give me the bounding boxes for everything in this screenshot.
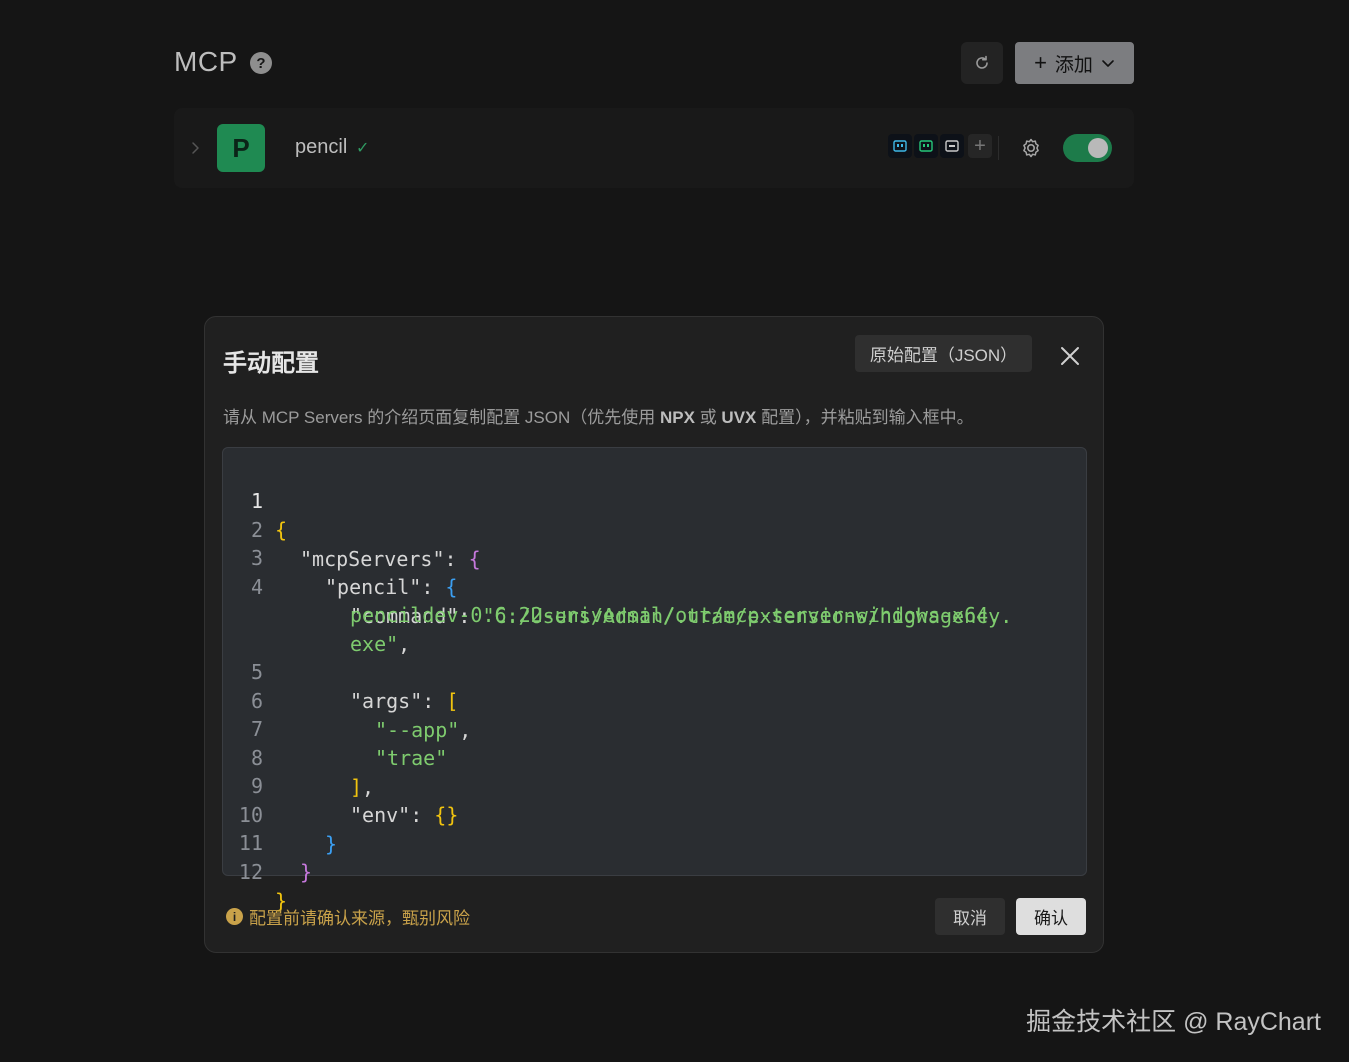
close-icon[interactable] bbox=[1058, 344, 1082, 368]
code-line: 1 { bbox=[223, 458, 1088, 542]
agent-icon[interactable] bbox=[914, 134, 938, 158]
agent-icon[interactable] bbox=[888, 134, 912, 158]
page-header: MCP ? + 添加 bbox=[174, 42, 1134, 86]
verified-check-icon: ✓ bbox=[356, 140, 370, 157]
server-avatar: P bbox=[217, 124, 265, 172]
chevron-down-icon bbox=[1102, 60, 1114, 67]
raw-config-json-button[interactable]: 原始配置（JSON） bbox=[855, 335, 1032, 372]
watermark: 掘金技术社区 @ RayChart bbox=[1026, 1008, 1321, 1036]
server-enabled-toggle[interactable] bbox=[1063, 134, 1112, 162]
manual-config-dialog: 手动配置 原始配置（JSON） 请从 MCP Servers 的介绍页面复制配置… bbox=[204, 316, 1104, 953]
robot-icon bbox=[919, 140, 933, 152]
page-title: MCP bbox=[174, 46, 238, 77]
warning-text: 配置前请确认来源，甄别风险 bbox=[249, 909, 470, 928]
code-line: 4 "command": "C:/Users/Admin/.trae/exten… bbox=[223, 544, 1088, 628]
code-line: pencildev-0.6.22-universal/out/mcp-serve… bbox=[350, 603, 1001, 627]
add-agent-icon[interactable]: + bbox=[968, 134, 992, 158]
dialog-description: 请从 MCP Servers 的介绍页面复制配置 JSON（优先使用 NPX 或… bbox=[223, 408, 974, 427]
dialog-title: 手动配置 bbox=[223, 350, 319, 377]
code-line: 12 } bbox=[223, 829, 1088, 913]
plus-icon: + bbox=[1034, 50, 1047, 75]
code-line: 7 "trae" bbox=[223, 686, 1088, 770]
code-line: 6 "--app", bbox=[223, 658, 1088, 742]
code-line: exe", bbox=[350, 632, 411, 656]
code-line: 9 "env": {} bbox=[223, 743, 1088, 827]
confirm-button[interactable]: 确认 bbox=[1016, 898, 1086, 935]
toggle-knob bbox=[1088, 138, 1108, 158]
cancel-button[interactable]: 取消 bbox=[935, 898, 1005, 935]
help-icon[interactable]: ? bbox=[250, 52, 272, 74]
code-line: 3 "pencil": { bbox=[223, 515, 1088, 599]
line-number: 12 bbox=[238, 860, 263, 884]
robot-icon bbox=[945, 140, 959, 152]
info-icon: i bbox=[226, 908, 243, 925]
risk-warning: i 配置前请确认来源，甄别风险 bbox=[226, 904, 470, 929]
agent-icons: + bbox=[888, 134, 992, 158]
agent-icon[interactable] bbox=[940, 134, 964, 158]
code-line: 11 } bbox=[223, 800, 1088, 884]
code-line: 5 "args": [ bbox=[223, 629, 1088, 713]
json-code-editor[interactable]: 1 { 2 "mcpServers": { 3 "pencil": { 4 "c… bbox=[222, 447, 1088, 913]
code-line: 8 ], bbox=[223, 715, 1088, 799]
gear-icon[interactable] bbox=[1019, 136, 1043, 160]
robot-icon bbox=[893, 140, 907, 152]
code-line: 2 "mcpServers": { bbox=[223, 487, 1088, 571]
server-row-pencil[interactable]: P pencil ✓ + bbox=[174, 108, 1134, 188]
add-server-button[interactable]: + 添加 bbox=[1015, 42, 1134, 84]
refresh-icon bbox=[976, 55, 988, 69]
code-line: 10 } bbox=[223, 772, 1088, 856]
add-button-label: 添加 bbox=[1054, 54, 1093, 76]
server-name: pencil bbox=[295, 136, 348, 158]
chevron-right-icon[interactable] bbox=[190, 139, 202, 157]
refresh-button[interactable] bbox=[961, 42, 1003, 84]
divider bbox=[998, 136, 999, 160]
